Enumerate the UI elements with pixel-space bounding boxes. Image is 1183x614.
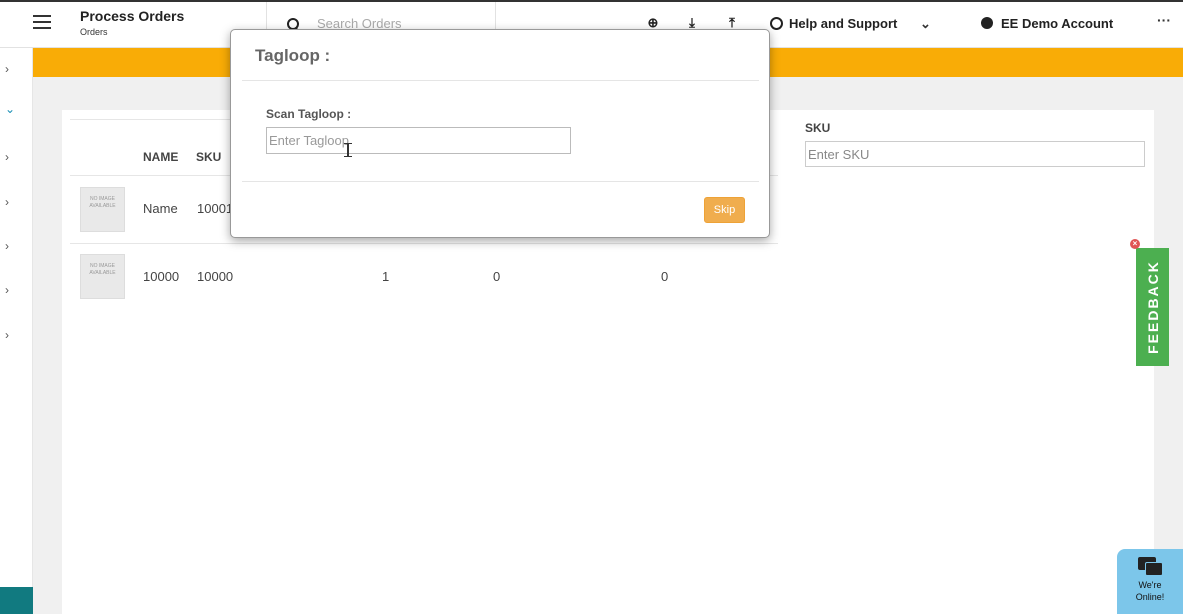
product-thumbnail: NO IMAGE AVAILABLE <box>80 254 125 299</box>
headset-icon <box>770 17 783 30</box>
title-block: Process Orders Orders <box>80 8 184 37</box>
text-cursor-icon <box>344 143 352 157</box>
account-menu[interactable]: EE Demo Account <box>981 16 1113 31</box>
sidebar-footer[interactable] <box>0 587 33 614</box>
upload-icon[interactable]: ⤒ <box>725 16 739 30</box>
row-sku-cell: 10000 <box>197 269 234 284</box>
help-label: Help and Support <box>789 16 898 31</box>
page-title: Process Orders <box>80 8 185 24</box>
no-image-text: NO IMAGE AVAILABLE <box>89 196 116 209</box>
add-circle-icon[interactable]: ⊕ <box>646 16 660 30</box>
modal-title: Tagloop : <box>255 46 331 65</box>
row-value-cell: 1 <box>382 269 390 284</box>
account-label: EE Demo Account <box>1001 16 1114 31</box>
download-icon[interactable]: ⤓ <box>685 16 699 30</box>
sku-filter-label: SKU <box>805 121 831 135</box>
sidebar-chevron-icon[interactable]: › <box>5 328 9 342</box>
table-divider <box>70 243 778 244</box>
row-value-cell: 0 <box>661 269 669 284</box>
chat-bubbles-icon <box>1138 557 1163 576</box>
feedback-label: FEEDBACK <box>1144 260 1161 354</box>
sidebar-chevron-icon[interactable]: › <box>5 150 9 164</box>
live-chat-widget[interactable]: We're Online! <box>1117 549 1183 614</box>
sidebar-chevron-icon[interactable]: › <box>5 283 9 297</box>
modal-divider <box>242 181 759 182</box>
page-subtitle: Orders <box>80 27 108 37</box>
modal-divider <box>242 80 759 81</box>
sku-filter-input[interactable] <box>805 141 1145 167</box>
row-sku-cell: 10001 <box>197 201 234 216</box>
column-header-sku: SKU <box>196 150 222 164</box>
tagloop-modal: Tagloop : Scan Tagloop : Skip <box>230 29 770 238</box>
no-image-text: NO IMAGE AVAILABLE <box>89 263 116 276</box>
chevron-down-icon[interactable]: ⌄ <box>920 16 931 32</box>
scan-tagloop-label: Scan Tagloop : <box>266 107 352 121</box>
sidebar-chevron-icon[interactable]: › <box>5 62 9 76</box>
sidebar-chevron-icon[interactable]: › <box>5 195 9 209</box>
sidebar-chevron-icon[interactable]: › <box>5 239 9 253</box>
sidebar: › ⌄ › › › › › <box>0 48 33 614</box>
sidebar-chevron-active-icon[interactable]: ⌄ <box>5 102 15 116</box>
more-options-icon[interactable]: ··· <box>1157 12 1171 28</box>
hamburger-menu-icon[interactable] <box>33 15 51 29</box>
skip-button[interactable]: Skip <box>704 197 745 223</box>
product-thumbnail: NO IMAGE AVAILABLE <box>80 187 125 232</box>
close-icon[interactable]: × <box>1130 239 1140 249</box>
row-name-cell: Name <box>143 201 178 216</box>
tagloop-input[interactable] <box>266 127 571 154</box>
help-and-support-link[interactable]: Help and Support <box>770 16 897 31</box>
row-value-cell: 0 <box>493 269 501 284</box>
chat-status-line1: We're <box>1138 580 1162 590</box>
user-icon <box>981 17 993 29</box>
feedback-tab[interactable]: FEEDBACK <box>1136 248 1169 366</box>
chat-status-line2: Online! <box>1135 592 1165 602</box>
column-header-name: NAME <box>143 150 179 164</box>
row-name-cell: 10000 <box>143 269 180 284</box>
